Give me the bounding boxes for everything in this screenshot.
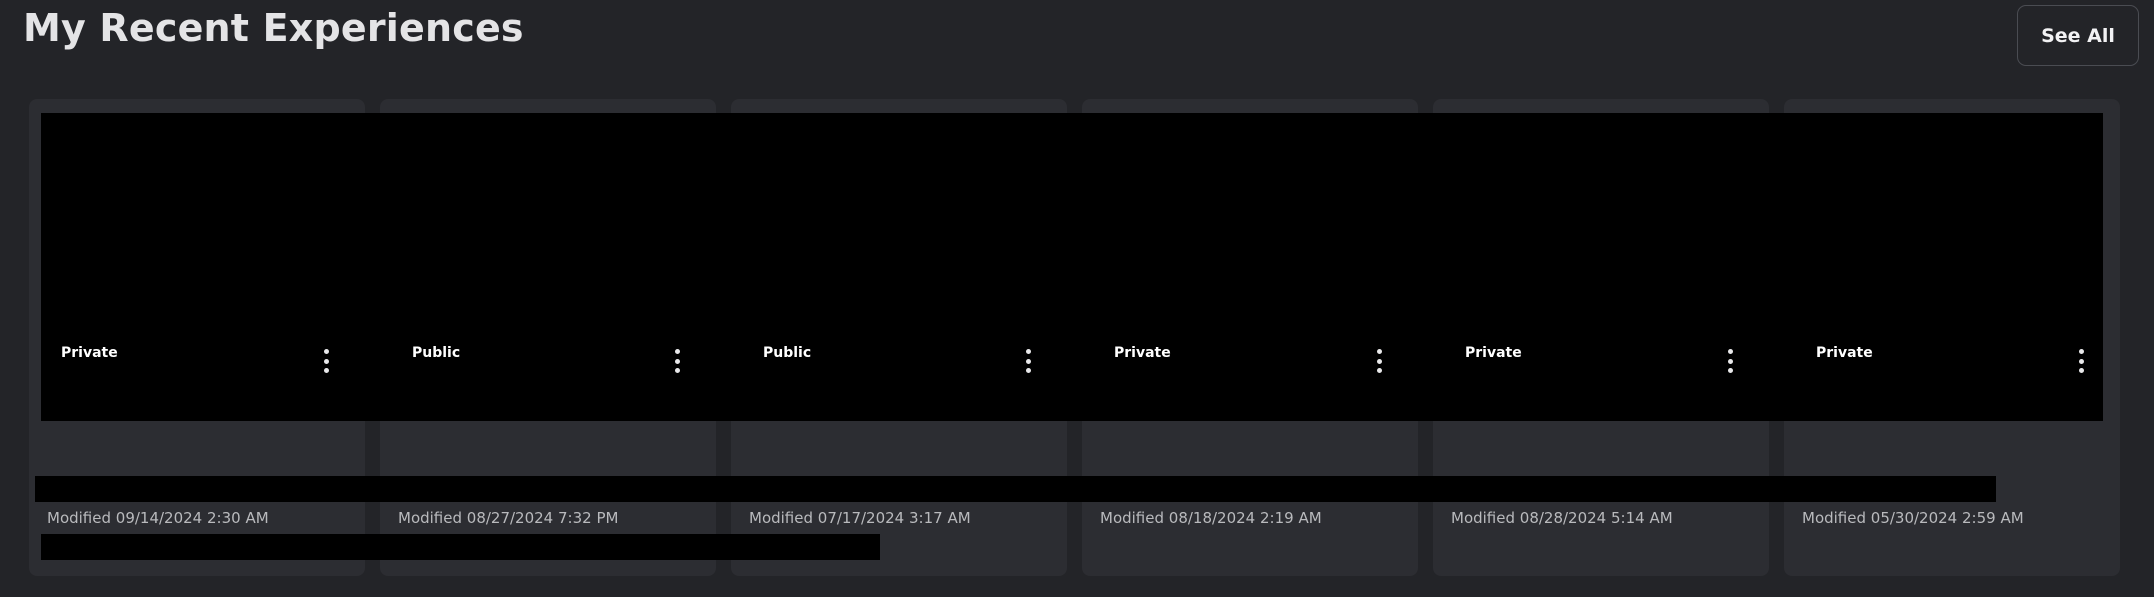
modified-date: Modified 07/17/2024 3:17 AM	[749, 509, 971, 527]
visibility-badge: Private	[1801, 337, 1888, 368]
recent-experiences-section: My Recent Experiences See All Private Pu…	[0, 0, 2154, 597]
more-options-icon[interactable]	[1369, 344, 1389, 378]
more-options-icon[interactable]	[667, 344, 687, 378]
redacted-titles	[35, 476, 1996, 502]
visibility-badge: Private	[46, 337, 133, 368]
more-options-icon[interactable]	[2071, 344, 2091, 378]
modified-date: Modified 09/14/2024 2:30 AM	[47, 509, 269, 527]
redacted-thumbnails	[41, 113, 2103, 421]
more-options-icon[interactable]	[1018, 344, 1038, 378]
visibility-badge: Private	[1450, 337, 1537, 368]
more-options-icon[interactable]	[316, 344, 336, 378]
modified-date: Modified 08/18/2024 2:19 AM	[1100, 509, 1322, 527]
visibility-badge: Public	[748, 337, 827, 368]
section-title: My Recent Experiences	[23, 6, 524, 50]
visibility-badge: Private	[1099, 337, 1186, 368]
modified-date: Modified 08/27/2024 7:32 PM	[398, 509, 619, 527]
visibility-badge: Public	[397, 337, 476, 368]
modified-date: Modified 05/30/2024 2:59 AM	[1802, 509, 2024, 527]
modified-date: Modified 08/28/2024 5:14 AM	[1451, 509, 1673, 527]
more-options-icon[interactable]	[1720, 344, 1740, 378]
redacted-subtitle	[41, 534, 880, 560]
see-all-button[interactable]: See All	[2017, 5, 2139, 66]
